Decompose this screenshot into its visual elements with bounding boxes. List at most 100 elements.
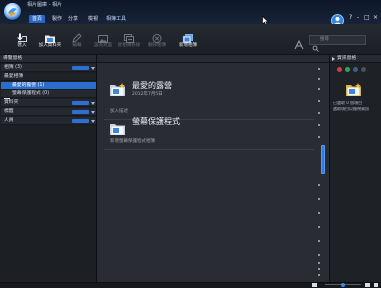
filter-icon[interactable] (77, 56, 84, 71)
timeline-mark (318, 124, 320, 126)
section-indicator (72, 110, 89, 114)
nav-section-tags[interactable]: 標籤 (1, 108, 96, 116)
remove-from-album-button[interactable]: 從相簿移除 (116, 27, 142, 53)
favorite-icon[interactable] (186, 56, 193, 71)
chevron-down-icon[interactable] (91, 119, 95, 123)
rotate-left-icon[interactable] (197, 56, 204, 72)
nav-item-label: 人員 (4, 117, 14, 123)
tab-view[interactable]: 檢視 (86, 15, 100, 23)
album-title[interactable]: 螢幕保護程式 (132, 118, 180, 126)
timeline-mark (318, 274, 320, 276)
info-pane-expand-icon[interactable] (332, 57, 335, 61)
set-cover-icon (97, 29, 109, 43)
album-icon (4, 84, 10, 99)
section-indicator (72, 119, 89, 123)
new-album-button[interactable]: 新增相簿 (175, 27, 201, 53)
nav-pane-header: 導覽窗格 (3, 56, 23, 61)
search-box[interactable] (309, 35, 366, 52)
color-tag-red[interactable] (337, 67, 342, 72)
status-bar (0, 282, 381, 288)
nav-item-label: 最愛相簿 (4, 73, 24, 79)
info-text: 已選取 0 個項目 (333, 101, 363, 105)
zoom-slider[interactable] (325, 282, 361, 287)
album-description[interactable]: 加入描述 (110, 109, 128, 115)
nav-section-albums[interactable]: 相簿 (3) (1, 64, 96, 72)
timeline-mark (318, 136, 320, 138)
timeline-mark (318, 68, 320, 70)
close-button[interactable]: × (373, 15, 378, 21)
pane-divider[interactable] (329, 55, 330, 282)
nav-item-label: 相簿 (3) (4, 64, 22, 70)
sign-in-icon[interactable] (294, 35, 304, 50)
help-button[interactable]: ? (349, 15, 352, 21)
nav-item-label: 最愛的露營 (1) (12, 82, 45, 88)
timeline-mark (318, 240, 320, 242)
thumbnail-size-icon[interactable] (312, 283, 317, 287)
search-icon (312, 37, 319, 52)
chevron-down-icon[interactable] (91, 66, 95, 70)
color-tag-blue[interactable] (353, 67, 358, 72)
search-input[interactable] (320, 36, 364, 44)
chevron-down-icon[interactable] (91, 110, 95, 114)
view-options-icon[interactable] (66, 56, 73, 71)
nav-item-favorite-camping[interactable]: 最愛的露營 (1) (1, 82, 96, 99)
album-icon (4, 92, 10, 107)
nav-section-people[interactable]: 人員 (1, 117, 96, 125)
minimize-button[interactable]: - (357, 15, 359, 21)
mouse-cursor-icon (262, 11, 270, 26)
info-folder-icon (345, 82, 362, 97)
color-tag-gray[interactable] (361, 67, 366, 72)
nav-item-label: 資料夾 (4, 99, 19, 105)
tab-home[interactable]: 首頁 (29, 15, 45, 23)
delete-album-label: 刪除相簿 (148, 43, 166, 48)
app-menu-orb-icon[interactable] (3, 2, 22, 21)
album-title[interactable]: 最愛的露營 (132, 82, 172, 90)
color-tag-green[interactable] (345, 67, 350, 72)
timeline-mark (318, 268, 320, 270)
favorite-album-icon[interactable] (109, 82, 126, 97)
tab-album-tools[interactable]: 相簿工具 (104, 15, 128, 23)
nav-subsection-favorite-albums[interactable]: 最愛相簿 (1, 73, 96, 81)
tab-share[interactable]: 分享 (66, 15, 80, 23)
add-folder-icon (44, 29, 56, 43)
set-cover-button[interactable]: 設為封面 (90, 27, 116, 53)
pane-divider[interactable] (96, 55, 97, 282)
new-album-icon (182, 29, 194, 44)
import-button[interactable]: 匯入 (9, 27, 35, 53)
album-description[interactable]: 新增螢幕保護程式相簿 (110, 139, 155, 145)
delete-album-button[interactable]: 刪除相簿 (144, 27, 170, 53)
section-indicator (72, 101, 89, 105)
nav-item-screensaver[interactable]: 螢幕保護程式 (0) (1, 90, 96, 107)
nav-item-label: 標籤 (4, 108, 14, 114)
add-folder-button[interactable]: 加入資料夾 (37, 27, 63, 53)
fit-view-icon[interactable] (365, 283, 370, 287)
timeline-mark (318, 112, 320, 114)
album-divider (104, 149, 314, 150)
timeline-mark (318, 262, 320, 264)
tab-create[interactable]: 製作 (50, 15, 64, 23)
timeline-mark (318, 226, 320, 228)
rotate-right-icon[interactable] (207, 56, 214, 72)
pane-menu-icon[interactable] (88, 56, 95, 70)
timeline-mark (318, 212, 320, 214)
nav-section-folders[interactable]: 資料夾 (1, 99, 96, 107)
actual-size-icon[interactable] (374, 283, 378, 287)
nav-item-label: 螢幕保護程式 (0) (12, 90, 50, 96)
slideshow-icon[interactable] (219, 56, 226, 71)
new-album-label: 新增相簿 (179, 43, 197, 48)
import-icon (16, 29, 28, 42)
chevron-down-icon[interactable] (91, 101, 95, 105)
delete-album-icon (151, 29, 163, 43)
timeline-mark (318, 198, 320, 200)
info-text: 選取項目以檢視資訊 (333, 107, 369, 111)
timeline-scroll-thumb[interactable] (321, 145, 325, 174)
maximize-button[interactable]: □ (364, 15, 370, 21)
photo-gallery-window: 相片圖庫 - 相片 首頁 製作 分享 檢視 相簿工具 ? - □ × 匯入 加入… (0, 0, 381, 288)
section-indicator (72, 66, 89, 70)
edit-button[interactable]: 編輯 (64, 27, 90, 53)
info-pane-header: 資訊窗格 (337, 56, 357, 61)
timeline-mark (318, 100, 320, 102)
view-mode-icon[interactable] (231, 56, 238, 71)
album-icon[interactable] (109, 121, 126, 136)
zoom-slider-thumb[interactable] (341, 282, 345, 287)
